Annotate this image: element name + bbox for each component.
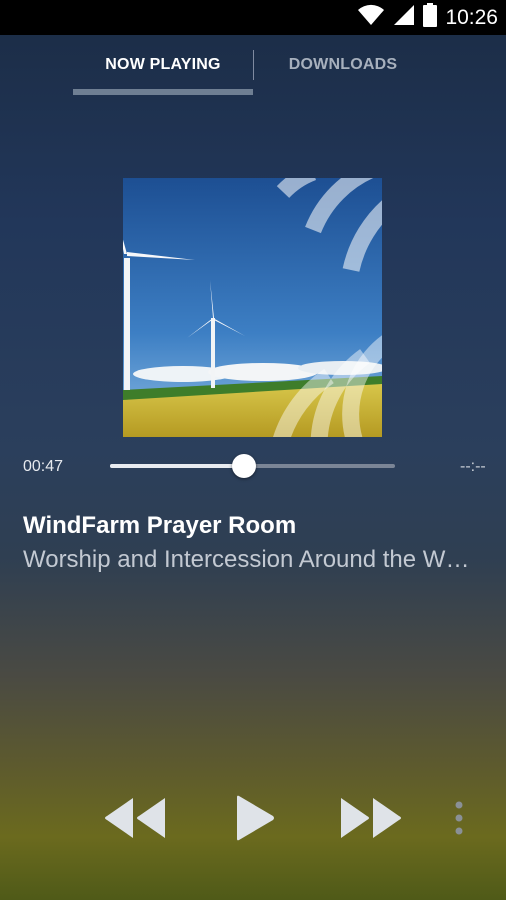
rewind-button[interactable] [100,795,170,845]
track-title: WindFarm Prayer Room [23,512,297,539]
active-tab-indicator [73,89,253,95]
overflow-menu-icon [454,801,464,840]
tab-downloads[interactable]: DOWNLOADS [253,35,433,95]
fast-forward-icon [339,796,403,845]
track-subtitle: Worship and Intercession Around the W… [23,546,470,573]
fast-forward-button[interactable] [336,795,406,845]
wifi-icon [357,4,385,31]
signal-icon [393,4,415,31]
status-clock: 10:26 [445,5,498,29]
overflow-menu-button[interactable] [448,795,470,845]
status-icons: 10:26 [357,0,498,35]
album-art [123,178,382,437]
seek-progress [110,464,244,468]
tab-now-playing[interactable]: NOW PLAYING [73,35,253,95]
play-button[interactable] [228,795,282,845]
tab-bar: NOW PLAYING DOWNLOADS [0,35,506,95]
status-bar: 10:26 [0,0,506,35]
battery-icon [423,3,438,32]
rewind-icon [103,796,167,845]
play-icon [235,795,275,846]
seek-thumb[interactable] [231,454,256,478]
current-time: 00:47 [23,458,64,475]
total-time: --:-- [460,458,486,475]
seek-bar[interactable] [110,454,395,478]
